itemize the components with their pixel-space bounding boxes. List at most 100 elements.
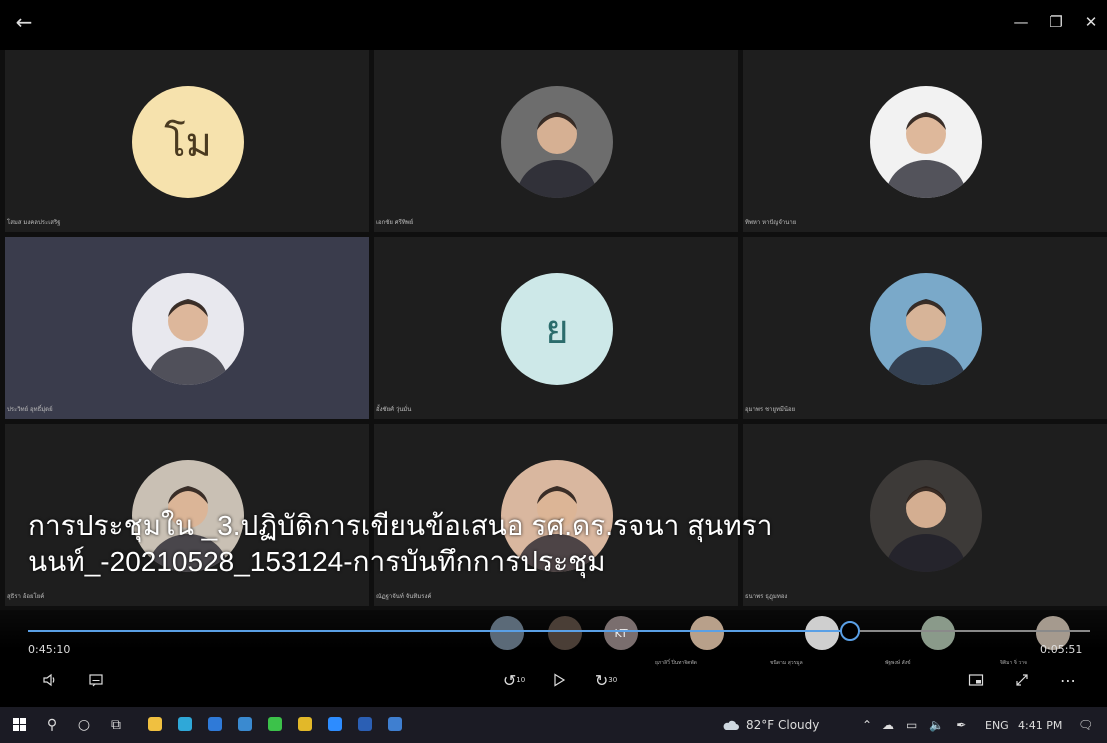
battery-icon[interactable]: ▭ (906, 718, 917, 732)
close-button[interactable]: ✕ (1073, 0, 1107, 44)
avatar-initials: โม (164, 120, 212, 166)
minimize-button[interactable]: — (1003, 0, 1039, 44)
current-time: 0:45:10 (28, 643, 71, 656)
search-button[interactable]: ⚲ (40, 713, 64, 737)
participant-thumbnail[interactable] (690, 616, 724, 650)
file-explorer-icon[interactable] (148, 717, 162, 731)
participant-name: อุมาพร ชายูทมีน้อย (745, 406, 796, 413)
avatar: โม (132, 86, 244, 198)
avatar (870, 273, 982, 385)
volume-icon[interactable]: 🔈 (929, 718, 944, 732)
restore-icon: ❐ (1049, 13, 1063, 31)
weather-widget[interactable]: 82°F Cloudy (722, 707, 819, 743)
photos-icon[interactable] (388, 717, 402, 731)
minimize-icon: — (1013, 13, 1029, 31)
profile-photo (517, 112, 597, 198)
chevron-up-icon: ⌃ (862, 718, 873, 732)
search-icon: ⚲ (46, 717, 58, 733)
avatar (132, 273, 244, 385)
word-icon[interactable] (358, 717, 372, 731)
participant-thumbnail[interactable]: KT (604, 616, 638, 650)
participant-thumbnail[interactable] (805, 616, 839, 650)
participant-name: ณัฏฐาจันท์ จันทิมรงค์ (376, 593, 432, 600)
seek-bar-progress (28, 630, 850, 632)
language-indicator[interactable]: ENG (985, 707, 1009, 743)
picture-in-picture-icon (968, 674, 984, 686)
participant-name: อั้งชัยศ์ วุ่นมั่น (376, 406, 412, 413)
zoom-icon[interactable] (328, 717, 342, 731)
participant-name: ประวิทย์ อุทธิ์มุ่ดย์ (7, 406, 53, 413)
participant-thumbnail-name: ยุภาลิวิ์ ปิ่นทาจิตพัด (655, 660, 697, 666)
restore-button[interactable]: ❐ (1038, 0, 1074, 44)
internet-explorer-icon[interactable] (238, 717, 252, 731)
picture-in-picture-button[interactable] (962, 666, 990, 694)
start-button[interactable] (8, 713, 32, 737)
participant-tile: อุมาพร ชายูทมีน้อย (743, 237, 1107, 419)
participant-name: สุธิรา อ้อยโยค์ (7, 593, 45, 600)
avatar (501, 86, 613, 198)
participant-tile: โมโสมส มงคลประเสริฐ (5, 50, 369, 232)
fullscreen-button[interactable] (1008, 666, 1036, 694)
video-player-window: ← — ❐ ✕ โม โสมส มงคลประเสริฐ เอกชัย ศรีทิพ… (0, 0, 1107, 707)
participant-thumbnail[interactable] (921, 616, 955, 650)
forward-30-icon: ↻ (594, 670, 609, 690)
seek-bar-handle[interactable] (839, 621, 860, 641)
system-tray: ☁ ▭ 🔈 ✒ (882, 707, 978, 743)
participant-tile: ทิพหา หาปัญจำนาย (743, 50, 1107, 232)
line-icon[interactable] (268, 717, 282, 731)
cortana-button[interactable]: ○ (72, 713, 96, 737)
participant-thumbnail-name: พัฐพงษ์ สังข์ (885, 660, 911, 666)
play-icon (554, 673, 566, 687)
participant-tile: ยอั้งชัยศ์ วุ่นมั่น (374, 237, 738, 419)
video-caption: การประชุมใน _3.ปฏิบัติการเขียนข้อเสนอ รศ… (28, 510, 773, 577)
profile-photo (886, 299, 966, 385)
captions-button[interactable] (82, 666, 110, 694)
forward-30-button[interactable]: ↻ 30 (592, 666, 620, 694)
participant-thumbnail[interactable] (548, 616, 582, 650)
windows-icon (13, 718, 26, 731)
more-button[interactable]: ⋯ (1054, 666, 1082, 694)
arrow-left-icon: ← (15, 10, 33, 34)
show-hidden-icons-button[interactable]: ⌃ (862, 707, 872, 743)
participant-name: ธนาพร ธุฎุมทอง (745, 593, 788, 600)
forward-label: 30 (608, 676, 618, 684)
task-view-icon: ⧉ (111, 717, 121, 733)
seek-bar[interactable] (28, 621, 1090, 641)
cloud-icon (723, 720, 739, 730)
profile-photo (886, 112, 966, 198)
title-bar: ← — ❐ ✕ (0, 0, 1107, 50)
back-button[interactable]: ← (6, 0, 42, 44)
avatar: ย (501, 273, 613, 385)
onedrive-icon[interactable]: ☁ (882, 718, 894, 732)
mail-icon[interactable] (208, 717, 222, 731)
rewind-label: 10 (516, 676, 526, 684)
play-button[interactable] (545, 666, 573, 694)
participant-name: ทิพหา หาปัญจำนาย (745, 219, 797, 226)
participant-strip: KT ยุภาลิวิ์ ปิ่นทาจิตพัด ชนิดาม สุวรมูล พั… (490, 610, 1107, 668)
participant-name: เอกชัย ศรีทิพย์ (376, 219, 414, 226)
task-view-button[interactable]: ⧉ (104, 713, 128, 737)
notification-button[interactable]: 🗨 (1078, 707, 1093, 743)
participant-thumbnail-name: ชนิดาม สุวรมูล (770, 660, 803, 666)
fullscreen-icon (1016, 674, 1028, 686)
pen-icon[interactable]: ✒ (956, 718, 966, 732)
edge-icon[interactable] (178, 717, 192, 731)
remaining-time: 0:05:51 (1040, 643, 1083, 656)
chrome-icon[interactable] (298, 717, 312, 731)
captions-icon (89, 674, 103, 687)
rewind-10-button[interactable]: ↺ 10 (500, 666, 528, 694)
avatar (870, 86, 982, 198)
clock[interactable]: 4:41 PM (1018, 707, 1062, 743)
rewind-10-icon: ↺ (502, 670, 517, 690)
participant-name: โสมส มงคลประเสริฐ (7, 219, 61, 226)
taskbar: ⚲ ○ ⧉ 82°F Cloudy ⌃ ☁ ▭ 🔈 ✒ ENG 4:41 PM 🗨 (0, 707, 1107, 743)
close-icon: ✕ (1084, 13, 1098, 31)
cortana-icon: ○ (77, 717, 91, 733)
volume-button[interactable] (36, 666, 64, 694)
weather-text: 82°F Cloudy (746, 718, 820, 732)
participant-thumbnail[interactable] (490, 616, 524, 650)
more-icon: ⋯ (1060, 670, 1076, 690)
participant-tile: เอกชัย ศรีทิพย์ (374, 50, 738, 232)
avatar-initials: ย (545, 307, 569, 353)
playback-controls: KT ยุภาลิวิ์ ปิ่นทาจิตพัด ชนิดาม สุวรมูล พั… (0, 610, 1107, 707)
